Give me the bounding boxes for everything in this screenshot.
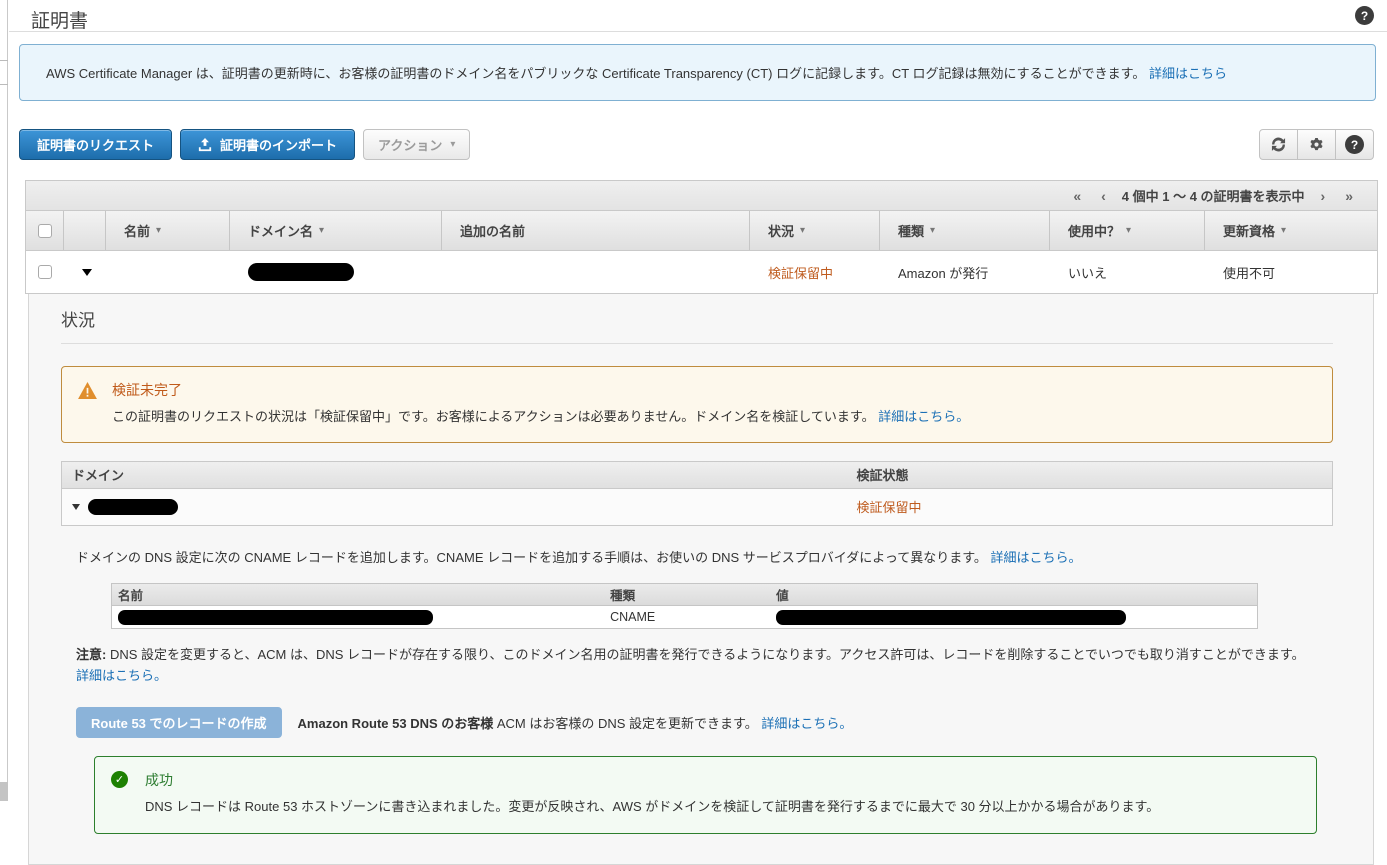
import-certificate-label: 証明書のインポート	[220, 135, 337, 154]
banner-learn-more-link[interactable]: 詳細はこちら	[1149, 66, 1227, 81]
select-all-header	[26, 211, 64, 250]
status-section-title: 状況	[61, 306, 1333, 344]
cell-status: 検証保留中	[750, 263, 880, 282]
domain-expanded-content: ドメインの DNS 設定に次の CNAME レコードを追加します。CNAME レ…	[61, 526, 1333, 835]
pagination-prev[interactable]: ‹	[1091, 188, 1116, 204]
validation-incomplete-warning: 検証未完了 この証明書のリクエストの状況は「検証保留中」です。お客様によるアクシ…	[61, 366, 1333, 443]
success-title: 成功	[145, 770, 1159, 790]
help-button[interactable]: ?	[1335, 129, 1374, 160]
main-content: 証明書 ? AWS Certificate Manager は、証明書の更新時に…	[9, 0, 1387, 801]
column-header-status[interactable]: 状況	[750, 211, 880, 250]
refresh-icon	[1271, 137, 1286, 152]
help-icon: ?	[1345, 135, 1364, 154]
pagination-first[interactable]: «	[1063, 188, 1091, 204]
certificates-table: « ‹ 4 個中 1 ～ 4 の証明書を表示中 › » 名前 ドメイン名 追加の…	[25, 180, 1378, 294]
table-tools: ?	[1260, 129, 1374, 160]
cname-record-row: CNAME	[112, 606, 1257, 628]
domain-column-header: ドメイン	[62, 465, 854, 484]
table-header-row: 名前 ドメイン名 追加の名前 状況 種類 使用中？ 更新資格	[26, 211, 1377, 251]
success-body: DNS レコードは Route 53 ホストゾーンに書き込まれました。変更が反映…	[145, 797, 1159, 817]
actions-label: アクション	[378, 135, 442, 154]
cell-renewal: 使用不可	[1205, 263, 1377, 282]
pagination-last[interactable]: »	[1335, 188, 1363, 204]
cell-in-use: いいえ	[1050, 263, 1205, 282]
upload-icon	[198, 138, 212, 152]
row-checkbox[interactable]	[38, 265, 52, 279]
column-header-additional-names[interactable]: 追加の名前	[442, 211, 750, 250]
domain-validation-table: ドメイン 検証状態 検証保留中	[61, 461, 1333, 526]
warning-learn-more-link[interactable]: 詳細はこちら。	[878, 409, 969, 424]
certificate-detail-panel: 状況 検証未完了 この証明書のリクエストの状況は「検証保留中」です。お客様による…	[28, 294, 1374, 865]
note-label: 注意:	[76, 647, 106, 662]
warning-title: 検証未完了	[112, 380, 969, 400]
chevron-down-icon: ▾	[450, 139, 455, 150]
select-all-checkbox[interactable]	[38, 224, 52, 238]
pagination-status: 4 個中 1 ～ 4 の証明書を表示中	[1116, 186, 1311, 205]
banner-text: AWS Certificate Manager は、証明書の更新時に、お客様の証…	[46, 66, 1145, 81]
import-certificate-button[interactable]: 証明書のインポート	[180, 129, 355, 160]
toolbar: 証明書のリクエスト 証明書のインポート アクション ▾ ?	[19, 129, 1377, 160]
sidebar-divider	[0, 60, 8, 61]
page-help-icon[interactable]: ?	[1355, 6, 1374, 25]
row-expander-icon[interactable]	[82, 269, 92, 276]
request-certificate-button[interactable]: 証明書のリクエスト	[19, 129, 172, 160]
gear-icon	[1309, 137, 1324, 152]
column-header-type[interactable]: 種類	[880, 211, 1050, 250]
ct-log-banner: AWS Certificate Manager は、証明書の更新時に、お客様の証…	[19, 44, 1376, 101]
cell-domain	[230, 263, 442, 281]
warning-body: この証明書のリクエストの状況は「検証保留中」です。お客様によるアクションは必要あ…	[112, 409, 875, 424]
domain-validation-status: 検証保留中	[854, 497, 1332, 516]
pagination-next[interactable]: ›	[1311, 188, 1336, 204]
cname-learn-more-link[interactable]: 詳細はこちら。	[991, 550, 1082, 565]
expander-header	[64, 211, 106, 250]
cname-record-type: CNAME	[610, 610, 776, 624]
actions-dropdown-button[interactable]: アクション ▾	[363, 129, 470, 160]
validation-status-column-header: 検証状態	[854, 465, 1332, 484]
success-check-icon: ✓	[111, 771, 128, 788]
column-header-in-use[interactable]: 使用中？	[1050, 211, 1205, 250]
sidebar-divider	[0, 84, 8, 85]
redacted-record-value	[776, 610, 1126, 625]
success-message-box: ✓ 成功 DNS レコードは Route 53 ホストゾーンに書き込まれました。…	[94, 756, 1317, 835]
domain-table-header: ドメイン 検証状態	[62, 462, 1332, 489]
table-row: 検証保留中 Amazon が発行 いいえ 使用不可	[26, 251, 1377, 293]
cname-name-header: 名前	[112, 585, 610, 604]
page-header: 証明書 ?	[9, 0, 1387, 32]
warning-icon	[78, 380, 112, 427]
cell-type: Amazon が発行	[880, 263, 1050, 282]
redacted-record-name	[118, 610, 433, 625]
page-title: 証明書	[31, 6, 88, 33]
route53-learn-more-link[interactable]: 詳細はこちら。	[761, 716, 852, 731]
create-record-route53-button[interactable]: Route 53 でのレコードの作成	[76, 707, 282, 738]
redacted-domain	[248, 263, 354, 281]
cname-table-header: 名前 種類 値	[112, 584, 1257, 606]
column-header-domain[interactable]: ドメイン名	[230, 211, 442, 250]
note-learn-more-link[interactable]: 詳細はこちら。	[76, 668, 167, 683]
collapsed-sidebar[interactable]	[0, 0, 8, 801]
cname-record-table: 名前 種類 値 CNAME	[111, 583, 1258, 629]
domain-expander-icon[interactable]	[72, 504, 80, 510]
column-header-renewal[interactable]: 更新資格	[1205, 211, 1377, 250]
cname-type-header: 種類	[610, 585, 776, 604]
redacted-domain-name	[88, 499, 178, 515]
cname-instructions: ドメインの DNS 設定に次の CNAME レコードを追加します。CNAME レ…	[76, 550, 987, 565]
note-text: DNS 設定を変更すると、ACM は、DNS レコードが存在する限り、このドメイ…	[106, 647, 1304, 662]
domain-row: 検証保留中	[62, 489, 1332, 525]
settings-button[interactable]	[1297, 129, 1336, 160]
route53-bold-text: Amazon Route 53 DNS のお客様	[298, 716, 494, 731]
refresh-button[interactable]	[1259, 129, 1298, 160]
route53-row: Route 53 でのレコードの作成 Amazon Route 53 DNS の…	[76, 707, 1333, 738]
sidebar-scroll-block	[0, 782, 8, 801]
cname-value-header: 値	[776, 585, 1257, 604]
column-header-name[interactable]: 名前	[106, 211, 230, 250]
route53-text: ACM はお客様の DNS 設定を更新できます。	[493, 716, 757, 731]
pagination-bar: « ‹ 4 個中 1 ～ 4 の証明書を表示中 › »	[26, 181, 1377, 211]
